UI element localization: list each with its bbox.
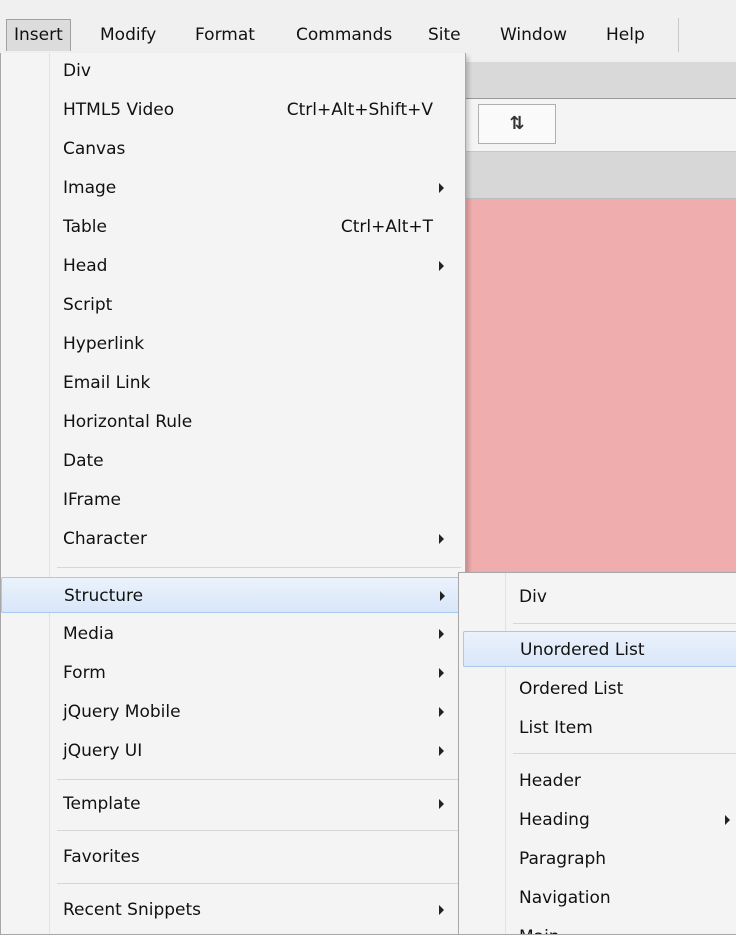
menu-window[interactable]: Window (500, 20, 567, 50)
submenu-arrow-icon (439, 183, 444, 193)
menu-item-label: jQuery UI (63, 741, 143, 761)
menu-separator (513, 623, 736, 624)
menu-item-head[interactable]: Head (1, 248, 465, 284)
submenu-arrow-icon (439, 707, 444, 717)
menu-item-label: Email Link (63, 373, 151, 393)
menu-item-iframe[interactable]: IFrame (1, 482, 465, 518)
submenu-arrow-icon (725, 815, 730, 825)
menu-item-template[interactable]: Template (1, 786, 465, 822)
menu-item-label: Form (63, 663, 106, 683)
menu-item-horizontal-rule[interactable]: Horizontal Rule (1, 404, 465, 440)
submenu-arrow-icon (439, 746, 444, 756)
menu-item-label: Table (63, 217, 107, 237)
menu-item-label: List Item (519, 718, 593, 738)
menu-item-label: Image (63, 178, 117, 198)
menu-item-label: Div (519, 587, 547, 607)
menu-item-image[interactable]: Image (1, 170, 465, 206)
menu-format[interactable]: Format (195, 20, 255, 50)
menu-item-label: HTML5 Video (63, 100, 175, 120)
submenu-item-heading[interactable]: Heading (459, 802, 736, 838)
menu-item-label: Character (63, 529, 147, 549)
menu-item-media[interactable]: Media (1, 616, 465, 652)
menu-item-recent-snippets[interactable]: Recent Snippets (1, 892, 465, 928)
menu-item-canvas[interactable]: Canvas (1, 131, 465, 167)
submenu-arrow-icon (439, 629, 444, 639)
menu-item-label: IFrame (63, 490, 121, 510)
menu-bar-separator (678, 18, 679, 52)
submenu-item-ordered-list[interactable]: Ordered List (459, 671, 736, 707)
menu-item-div[interactable]: Div (1, 53, 465, 89)
sort-icon[interactable]: ⇅ (478, 104, 556, 144)
menu-item-label: Horizontal Rule (63, 412, 193, 432)
menu-item-favorites[interactable]: Favorites (1, 839, 465, 875)
menu-modify[interactable]: Modify (100, 20, 156, 50)
submenu-item-navigation[interactable]: Navigation (459, 880, 736, 916)
menu-item-label: jQuery Mobile (63, 702, 181, 722)
submenu-item-header[interactable]: Header (459, 763, 736, 799)
menu-item-email-link[interactable]: Email Link (1, 365, 465, 401)
submenu-item-paragraph[interactable]: Paragraph (459, 841, 736, 877)
document-ruler (460, 152, 736, 199)
menu-item-label: Main (519, 919, 560, 934)
menu-item-label: Script (63, 295, 113, 315)
submenu-item-unordered-list[interactable]: Unordered List (463, 631, 736, 667)
document-tab-bar (460, 62, 736, 99)
menu-insert[interactable]: Insert (6, 19, 71, 51)
menu-item-label: Structure (64, 586, 144, 606)
menu-item-label: Div (63, 61, 91, 81)
menu-separator (57, 779, 461, 780)
menu-item-jquery-ui[interactable]: jQuery UI (1, 733, 465, 769)
menu-item-label: Canvas (63, 139, 126, 159)
menu-item-shortcut: Ctrl+Alt+T (340, 217, 433, 237)
menu-item-label: Paragraph (519, 849, 607, 869)
submenu-item-list-item[interactable]: List Item (459, 710, 736, 746)
menu-item-structure[interactable]: Structure (1, 577, 465, 613)
submenu-item-div[interactable]: Div (459, 579, 736, 615)
menu-item-label: Unordered List (520, 640, 645, 660)
menu-item-label: Header (519, 771, 581, 791)
structure-submenu: Div Unordered List Ordered List List Ite… (458, 572, 736, 935)
document-canvas[interactable] (460, 199, 736, 575)
menu-item-script[interactable]: Script (1, 287, 465, 323)
menu-item-label: Template (63, 794, 141, 814)
menu-item-form[interactable]: Form (1, 655, 465, 691)
menu-item-character[interactable]: Character (1, 521, 465, 557)
submenu-arrow-icon (440, 591, 445, 601)
menu-site[interactable]: Site (428, 20, 461, 50)
menu-item-label: Navigation (519, 888, 611, 908)
menu-help[interactable]: Help (606, 20, 645, 50)
submenu-item-main[interactable]: Main (459, 919, 736, 934)
menu-item-hyperlink[interactable]: Hyperlink (1, 326, 465, 362)
menu-item-html5-video[interactable]: HTML5 Video Ctrl+Alt+Shift+V (1, 92, 465, 128)
submenu-arrow-icon (439, 905, 444, 915)
menu-separator (57, 830, 461, 831)
submenu-arrow-icon (439, 668, 444, 678)
menu-item-label: Recent Snippets (63, 900, 202, 920)
menu-item-label: Media (63, 624, 115, 644)
submenu-arrow-icon (439, 534, 444, 544)
submenu-arrow-icon (439, 799, 444, 809)
menu-separator (57, 567, 461, 568)
submenu-arrow-icon (439, 261, 444, 271)
menu-item-shortcut: Ctrl+Alt+Shift+V (286, 100, 433, 120)
menu-separator (513, 753, 736, 754)
menu-item-label: Favorites (63, 847, 140, 867)
menu-item-jquery-mobile[interactable]: jQuery Mobile (1, 694, 465, 730)
menu-item-table[interactable]: Table Ctrl+Alt+T (1, 209, 465, 245)
menu-item-label: Heading (519, 810, 590, 830)
menu-item-label: Date (63, 451, 104, 471)
insert-menu: Div HTML5 Video Ctrl+Alt+Shift+V Canvas … (0, 53, 466, 935)
menu-commands[interactable]: Commands (296, 20, 392, 50)
menu-item-label: Head (63, 256, 108, 276)
menu-item-label: Ordered List (519, 679, 624, 699)
menu-item-label: Hyperlink (63, 334, 145, 354)
menu-separator (57, 883, 461, 884)
menu-item-date[interactable]: Date (1, 443, 465, 479)
